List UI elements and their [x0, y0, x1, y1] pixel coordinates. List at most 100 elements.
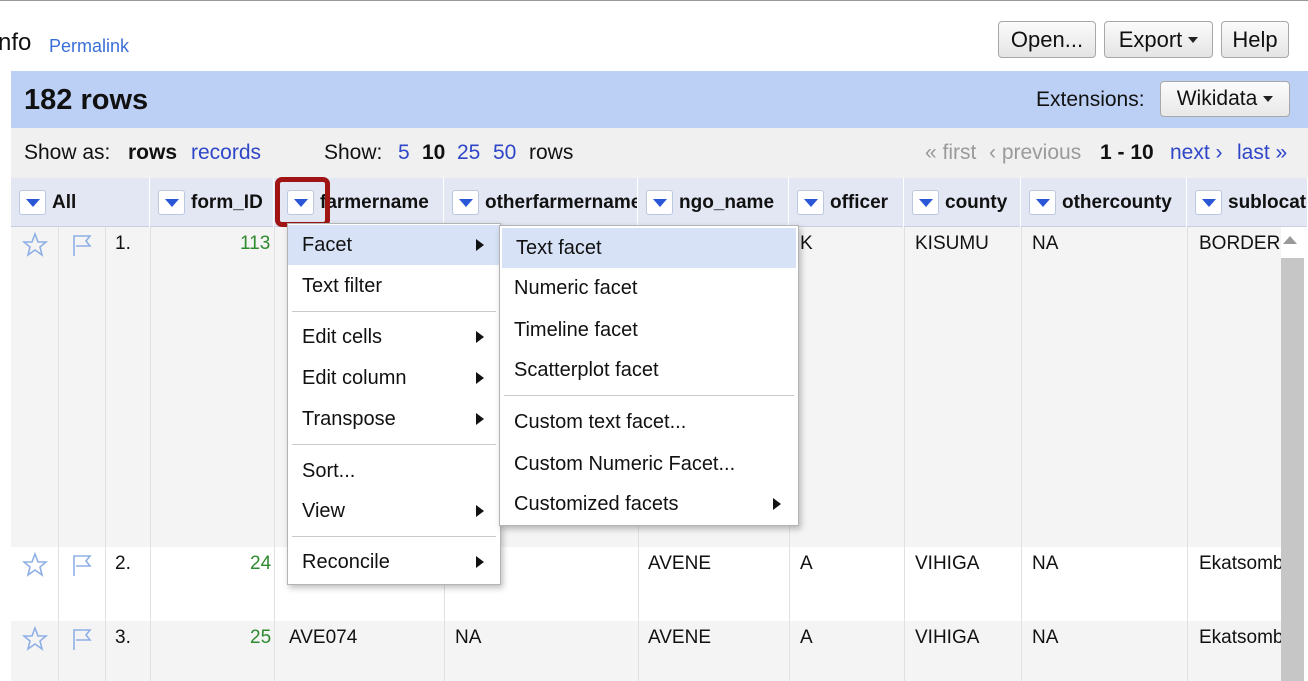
cell-form-id[interactable]: 24 — [250, 553, 271, 575]
show-as-label: Show as: — [24, 141, 111, 164]
cell-officer[interactable]: K — [800, 233, 813, 255]
cell-officer[interactable]: A — [800, 627, 813, 649]
highlighted-column-dropdown — [275, 177, 330, 227]
column-divider — [1021, 227, 1022, 681]
star-icon[interactable] — [22, 232, 48, 258]
column-header-form-id[interactable]: form_ID — [150, 178, 274, 227]
menu-item-view[interactable]: View — [288, 491, 500, 531]
menu-item-scatterplot-facet[interactable]: Scatterplot facet — [500, 350, 798, 390]
menu-item-custom-numeric-facet[interactable]: Custom Numeric Facet... — [500, 444, 798, 484]
cell-form-id[interactable]: 113 — [240, 233, 270, 255]
column-context-menu: Facet Text filter Edit cells Edit column… — [287, 223, 501, 585]
cell-form-id[interactable]: 25 — [250, 627, 271, 649]
star-icon[interactable] — [22, 626, 48, 652]
menu-item-text-facet[interactable]: Text facet — [502, 228, 796, 268]
menu-item-sort[interactable]: Sort... — [288, 451, 500, 491]
menu-item-numeric-facet[interactable]: Numeric facet — [500, 268, 798, 308]
column-header-otherfarmername[interactable]: otherfarmername — [444, 178, 638, 227]
cell-county[interactable]: VIHIGA — [915, 553, 979, 575]
cell-ngo-name[interactable]: AVENE — [648, 627, 711, 649]
cell-sublocation[interactable]: Ekatsombe — [1199, 553, 1281, 575]
menu-separator — [292, 444, 496, 445]
menu-separator — [504, 395, 794, 396]
extensions-dropdown[interactable]: Wikidata — [1160, 81, 1290, 117]
menu-separator — [292, 311, 496, 312]
cell-ngo-name[interactable]: AVENE — [648, 553, 711, 575]
next-page-link[interactable]: next › — [1170, 141, 1223, 165]
page-range: 1 - 10 — [1100, 141, 1154, 164]
permalink-link[interactable]: Permalink — [49, 36, 129, 57]
menu-item-reconcile[interactable]: Reconcile — [288, 542, 500, 582]
extensions-label: Extensions: — [1036, 88, 1145, 111]
menu-item-text-filter[interactable]: Text filter — [288, 266, 500, 306]
submenu-arrow-icon — [773, 498, 781, 510]
menu-item-timeline-facet[interactable]: Timeline facet — [500, 310, 798, 350]
project-title: nfo — [0, 29, 32, 56]
row-count: 182 rows — [24, 84, 149, 116]
previous-page-link[interactable]: ‹ previous — [989, 141, 1081, 165]
column-header-county[interactable]: county — [904, 178, 1021, 227]
cell-othercounty[interactable]: NA — [1032, 553, 1058, 575]
open-button[interactable]: Open... — [998, 21, 1096, 58]
column-header-othercounty[interactable]: othercounty — [1021, 178, 1187, 227]
dropdown-arrow-icon[interactable] — [19, 190, 46, 215]
top-bar: nfo Permalink Open... Export Help — [0, 0, 1308, 70]
rows-suffix: rows — [529, 141, 574, 164]
dropdown-arrow-icon[interactable] — [452, 190, 479, 215]
table-row: 2. 24 AVENE A VIHIGA NA Ekatsombe — [11, 547, 1281, 621]
column-header-all[interactable]: All — [11, 178, 150, 227]
last-page-link[interactable]: last » — [1237, 141, 1287, 165]
first-page-link[interactable]: « first — [925, 141, 976, 165]
export-button[interactable]: Export — [1104, 21, 1213, 58]
page-size-50[interactable]: 50 — [493, 141, 516, 165]
cell-officer[interactable]: A — [800, 553, 813, 575]
page-size-5[interactable]: 5 — [398, 141, 410, 165]
menu-item-edit-cells[interactable]: Edit cells — [288, 317, 500, 357]
page-size-25[interactable]: 25 — [457, 141, 480, 165]
dropdown-arrow-icon[interactable] — [912, 190, 939, 215]
vertical-scrollbar[interactable] — [1281, 258, 1304, 681]
cell-sublocation[interactable]: BORDER — [1199, 233, 1281, 255]
menu-item-custom-text-facet[interactable]: Custom text facet... — [500, 402, 798, 442]
dropdown-arrow-icon[interactable] — [158, 190, 185, 215]
flag-icon[interactable] — [69, 552, 95, 578]
cell-othercounty[interactable]: NA — [1032, 627, 1058, 649]
star-icon[interactable] — [22, 552, 48, 578]
dropdown-arrow-icon[interactable] — [797, 190, 824, 215]
scroll-up-arrow-icon[interactable] — [1283, 236, 1297, 244]
column-header-sublocation[interactable]: sublocation — [1187, 178, 1308, 227]
dropdown-arrow-icon[interactable] — [1029, 190, 1056, 215]
cell-farmername[interactable]: AVE074 — [289, 627, 357, 649]
table-row: 3. 25 AVE074 NA AVENE A VIHIGA NA Ekatso… — [11, 621, 1281, 681]
cell-county[interactable]: KISUMU — [915, 233, 989, 255]
column-divider — [150, 227, 151, 681]
submenu-arrow-icon — [476, 331, 484, 343]
view-controls: Show as: rows records Show: 5 10 25 50 r… — [11, 128, 1308, 178]
help-button[interactable]: Help — [1221, 21, 1289, 58]
cell-sublocation[interactable]: Ekatsombe — [1199, 627, 1281, 649]
show-as-rows[interactable]: rows — [128, 141, 177, 165]
chevron-down-icon — [1188, 36, 1199, 43]
menu-item-customized-facets[interactable]: Customized facets — [500, 484, 798, 524]
flag-icon[interactable] — [69, 626, 95, 652]
column-divider — [904, 227, 905, 681]
row-index: 2. — [115, 553, 131, 574]
flag-icon[interactable] — [69, 232, 95, 258]
menu-item-transpose[interactable]: Transpose — [288, 399, 500, 439]
cell-county[interactable]: VIHIGA — [915, 627, 979, 649]
chevron-down-icon — [1263, 96, 1274, 102]
dropdown-arrow-icon[interactable] — [646, 190, 673, 215]
column-header-officer[interactable]: officer — [789, 178, 904, 227]
column-header-row: All form_ID farmername otherfarmername n… — [11, 178, 1308, 227]
cell-othercounty[interactable]: NA — [1032, 233, 1058, 255]
column-header-ngo-name[interactable]: ngo_name — [638, 178, 789, 227]
submenu-arrow-icon — [476, 372, 484, 384]
dropdown-arrow-icon[interactable] — [1195, 190, 1222, 215]
show-as-records[interactable]: records — [191, 141, 261, 165]
menu-item-facet[interactable]: Facet — [288, 225, 500, 265]
submenu-arrow-icon — [476, 413, 484, 425]
column-divider — [105, 227, 106, 681]
menu-item-edit-column[interactable]: Edit column — [288, 358, 500, 398]
cell-otherfarmername[interactable]: NA — [455, 627, 481, 649]
column-divider — [1187, 227, 1188, 681]
